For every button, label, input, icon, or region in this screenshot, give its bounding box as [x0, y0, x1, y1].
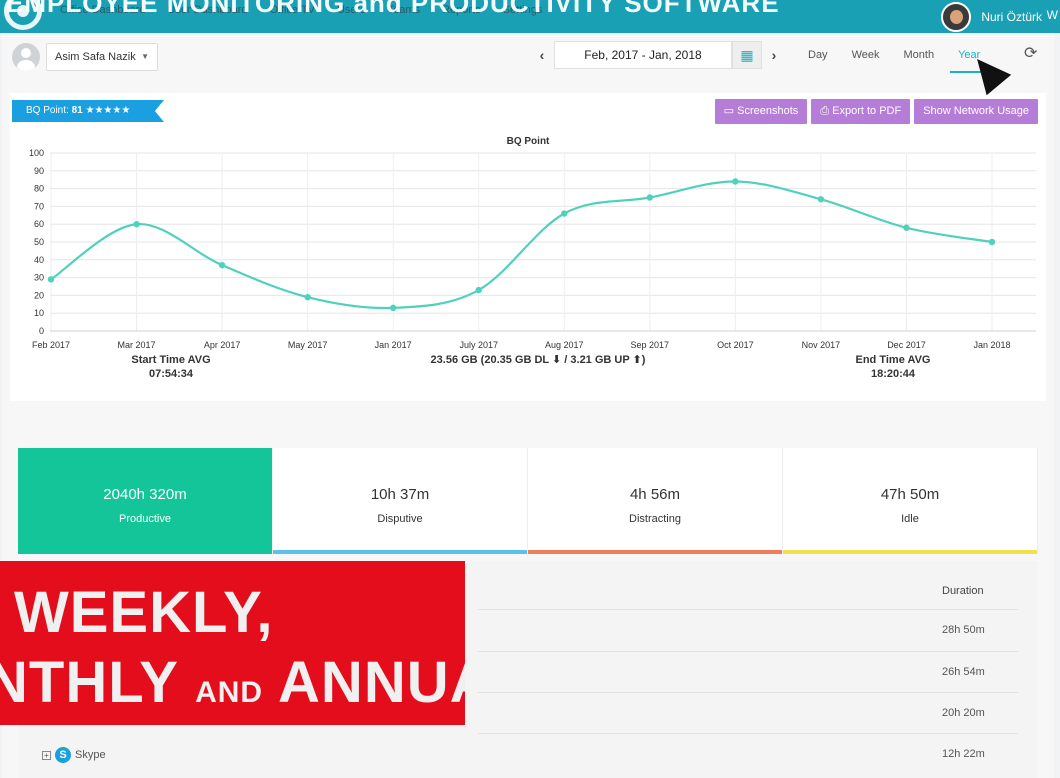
date-range-field[interactable]: Feb, 2017 - Jan, 2018: [554, 41, 732, 69]
employee-name: Asim Safa Nazik: [55, 51, 136, 63]
y-tick-label: 100: [29, 148, 44, 158]
user-avatar[interactable]: [941, 2, 971, 32]
x-tick-label: Dec 2017: [887, 340, 926, 350]
table-row[interactable]: 28h 50m: [478, 609, 1018, 610]
category-tiles: 2040h 320m Productive 10h 37m Disputive …: [18, 448, 1038, 554]
x-tick-label: Jan 2018: [973, 340, 1010, 350]
data-point[interactable]: [390, 305, 396, 311]
tile-disputive[interactable]: 10h 37m Disputive: [273, 448, 528, 554]
overlay-line-1: WEEKLY,: [14, 579, 273, 646]
data-point[interactable]: [818, 196, 824, 202]
y-tick-label: 40: [34, 255, 44, 265]
start-time-avg: Start Time AVG 07:54:34: [106, 353, 236, 381]
employee-dropdown[interactable]: Asim Safa Nazik ▼: [46, 43, 158, 71]
user-name[interactable]: Nuri Öztürk: [981, 10, 1042, 24]
table-row[interactable]: 20h 20m: [478, 692, 1018, 693]
star-rating-icon: ★★★★★: [86, 105, 131, 116]
top-navbar: Office Dashboard User Dashboard Office T…: [0, 0, 1060, 33]
monitor-icon: ▭: [724, 105, 737, 117]
network-usage-summary: 23.56 GB (20.35 GB DL ⬇ / 3.21 GB UP ⬆): [378, 353, 698, 367]
employee-selector: Asim Safa Nazik ▼: [12, 43, 158, 71]
promo-overlay-banner: WEEKLY, NTHLY AND ANNUAL: [0, 561, 465, 725]
data-point[interactable]: [903, 225, 909, 231]
y-tick-label: 20: [34, 290, 44, 300]
chart-title: BQ Point: [507, 136, 550, 147]
disputive-bar: [273, 550, 527, 554]
caret-down-icon: ▼: [141, 44, 149, 70]
x-tick-label: Apr 2017: [204, 340, 241, 350]
data-point[interactable]: [48, 276, 54, 282]
y-tick-label: 70: [34, 201, 44, 211]
bq-value: 81: [72, 105, 83, 116]
y-tick-label: 10: [34, 308, 44, 318]
expand-icon[interactable]: +: [42, 751, 51, 760]
tile-idle[interactable]: 47h 50m Idle: [783, 448, 1038, 554]
export-pdf-button[interactable]: ⎙ Export to PDF: [811, 99, 910, 124]
bq-point-badge: BQ Point: 81 ★★★★★: [12, 100, 164, 122]
x-tick-label: Oct 2017: [717, 340, 754, 350]
refresh-icon[interactable]: ⟳: [1024, 43, 1037, 63]
y-tick-label: 60: [34, 219, 44, 229]
y-tick-label: 30: [34, 273, 44, 283]
tab-month[interactable]: Month: [895, 45, 942, 73]
tab-week[interactable]: Week: [844, 45, 888, 73]
print-icon: ⎙: [820, 105, 832, 117]
data-point[interactable]: [561, 210, 567, 216]
x-tick-label: July 2017: [459, 340, 498, 350]
data-point[interactable]: [304, 294, 310, 300]
x-tick-label: Mar 2017: [118, 340, 156, 350]
data-point[interactable]: [476, 287, 482, 293]
skype-icon: S: [55, 747, 71, 763]
tile-distracting[interactable]: 4h 56m Distracting: [528, 448, 783, 554]
table-row[interactable]: 12h 22m: [478, 733, 1018, 734]
bq-label: BQ Point:: [26, 105, 69, 116]
screenshots-button[interactable]: ▭ Screenshots: [715, 99, 808, 124]
y-tick-label: 0: [39, 326, 44, 336]
end-time-avg: End Time AVG 18:20:44: [828, 353, 958, 381]
x-tick-label: Feb 2017: [32, 340, 70, 350]
x-tick-label: May 2017: [288, 340, 328, 350]
list-item-skype[interactable]: + S Skype: [42, 747, 106, 763]
user-menu[interactable]: Nuri Öztürk: [941, 2, 1042, 32]
y-tick-label: 50: [34, 237, 44, 247]
prev-period-icon[interactable]: ‹: [530, 47, 554, 63]
data-point[interactable]: [219, 262, 225, 268]
chart-actions: ▭ Screenshots ⎙ Export to PDF Show Netwo…: [715, 99, 1038, 124]
network-usage-button[interactable]: Show Network Usage: [914, 99, 1038, 124]
app-name: Skype: [75, 749, 106, 761]
x-tick-label: Jan 2017: [375, 340, 412, 350]
y-tick-label: 80: [34, 184, 44, 194]
tab-day[interactable]: Day: [800, 45, 836, 73]
edge-text: W: [1047, 8, 1058, 22]
data-point[interactable]: [989, 239, 995, 245]
next-period-icon[interactable]: ›: [762, 47, 786, 63]
date-navigator: ‹ Feb, 2017 - Jan, 2018 ▦ ›: [530, 41, 786, 69]
data-point[interactable]: [647, 194, 653, 200]
calendar-icon[interactable]: ▦: [732, 41, 762, 69]
video-banner-title: EMPLOYEE MONITORING and PRODUCTIVITY SOF…: [6, 0, 780, 19]
data-point[interactable]: [133, 221, 139, 227]
table-row[interactable]: 26h 54m: [478, 651, 1018, 652]
x-tick-label: Nov 2017: [802, 340, 841, 350]
x-tick-label: Sep 2017: [631, 340, 670, 350]
tile-productive[interactable]: 2040h 320m Productive: [18, 448, 273, 554]
x-tick-label: Aug 2017: [545, 340, 584, 350]
idle-bar: [783, 550, 1037, 554]
y-tick-label: 90: [34, 166, 44, 176]
bq-chart-card: BQ Point 0 10 20 30 40 50 60 70 80 90 100 Feb 2017…: [10, 93, 1046, 401]
duration-header: Duration: [942, 585, 984, 597]
employee-avatar: [12, 43, 40, 71]
data-point[interactable]: [732, 178, 738, 184]
distracting-bar: [528, 550, 782, 554]
series-line: [51, 181, 992, 308]
overlay-line-2: NTHLY AND ANNUAL: [0, 649, 465, 716]
